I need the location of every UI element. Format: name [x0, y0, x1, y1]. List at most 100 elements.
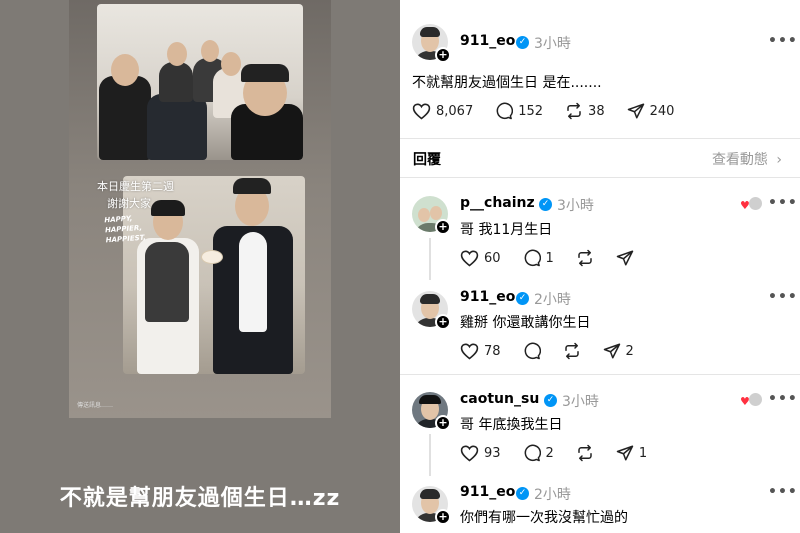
share-count: 2: [625, 343, 634, 359]
send-icon: [603, 343, 620, 359]
reply-username[interactable]: 911_eo: [460, 484, 515, 500]
share-button[interactable]: [616, 249, 634, 267]
more-options-icon[interactable]: •••: [768, 391, 798, 407]
repost-button[interactable]: 38: [565, 102, 605, 120]
view-activity-label: 查看動態: [711, 152, 768, 168]
send-icon: [616, 250, 634, 266]
view-activity-link[interactable]: 查看動態 ›: [712, 149, 782, 169]
comment-icon: [524, 444, 541, 462]
comment-icon: [496, 102, 514, 120]
happy-sticker: HAPPY, HAPPIER, HAPPIEST,: [104, 213, 146, 246]
comment-count: 152: [518, 103, 544, 119]
heart-icon: ♥: [740, 395, 750, 408]
thread-line: [429, 434, 431, 476]
thread-line: [429, 238, 431, 280]
heart-icon: [460, 445, 479, 462]
post-actions: 8,067 152 38 240: [412, 101, 696, 121]
like-button[interactable]: 60: [460, 249, 501, 267]
group-photo: [97, 4, 303, 160]
reply-divider: [400, 374, 800, 375]
replies-header: 回覆 查看動態 ›: [400, 138, 800, 178]
verified-badge-icon: ✓: [544, 394, 557, 407]
reply-avatar[interactable]: +: [412, 486, 451, 525]
more-options-icon[interactable]: •••: [768, 484, 798, 500]
story-caption-line: 謝謝大家: [107, 197, 151, 210]
repost-icon: [578, 249, 592, 267]
reply-text: 哥 我11月生日: [460, 222, 553, 238]
post-author-avatar[interactable]: +: [412, 24, 451, 63]
follow-plus-icon[interactable]: +: [435, 509, 451, 525]
like-count: 8,067: [436, 103, 474, 119]
send-icon: [616, 445, 634, 461]
reply-username[interactable]: caotun_su: [460, 391, 539, 407]
verified-badge-icon: ✓: [516, 292, 529, 305]
post-username[interactable]: 911_eo: [460, 33, 515, 49]
like-count: 60: [484, 250, 501, 266]
reply-avatar[interactable]: +: [412, 392, 451, 431]
heart-icon: ♥: [740, 199, 750, 212]
reply-actions: 93 2 1: [460, 443, 669, 463]
post-time: 3小時: [534, 36, 571, 52]
story-reply-field[interactable]: 傳送訊息……: [77, 400, 113, 409]
replies-title: 回覆: [413, 152, 441, 168]
story-caption: 本日慶生第二週 謝謝大家: [97, 178, 174, 212]
more-options-icon[interactable]: •••: [768, 195, 798, 211]
reply-avatar[interactable]: +: [412, 291, 451, 330]
share-button[interactable]: 2: [603, 342, 634, 360]
reply-username[interactable]: 911_eo: [460, 289, 515, 305]
liked-by-author-badge: ♥: [740, 392, 763, 408]
reply-avatar[interactable]: +: [412, 196, 451, 235]
heart-icon: [460, 343, 479, 360]
follow-plus-icon[interactable]: +: [435, 314, 451, 330]
reply-actions: 60 1: [460, 248, 656, 268]
follow-plus-icon[interactable]: +: [435, 219, 451, 235]
heart-icon: [460, 250, 479, 267]
heart-icon: [412, 103, 431, 120]
follow-plus-icon[interactable]: +: [435, 415, 451, 431]
reply-time: 3小時: [562, 394, 599, 410]
like-button[interactable]: 8,067: [412, 102, 473, 120]
repost-button[interactable]: [576, 444, 594, 462]
follow-plus-icon[interactable]: +: [435, 47, 451, 63]
story-caption-line: 本日慶生第二週: [97, 180, 174, 193]
like-button[interactable]: 93: [460, 444, 501, 462]
reply-time: 2小時: [534, 487, 571, 503]
repost-button[interactable]: [576, 249, 594, 267]
share-count: 240: [649, 103, 675, 119]
post-text: 不就幫朋友過個生日 是在.......: [412, 75, 602, 91]
comment-button[interactable]: 1: [523, 249, 554, 267]
reply-text: 哥 年底換我生日: [460, 417, 563, 433]
repost-button[interactable]: [563, 342, 581, 360]
verified-badge-icon: ✓: [539, 198, 552, 211]
repost-icon: [564, 342, 579, 360]
reply-text: 雞掰 你還敢講你生日: [460, 315, 591, 331]
comment-icon: [524, 249, 541, 267]
liked-by-author-badge: ♥: [740, 196, 763, 212]
like-button[interactable]: 78: [460, 342, 501, 360]
share-button[interactable]: 240: [627, 102, 675, 120]
more-options-icon[interactable]: •••: [768, 289, 798, 305]
repost-icon: [578, 444, 592, 462]
story-card: pinkbabe0309: [69, 0, 331, 418]
repost-count: 38: [588, 103, 605, 119]
verified-badge-icon: ✓: [516, 487, 529, 500]
comment-button[interactable]: [523, 342, 541, 360]
like-count: 93: [484, 445, 501, 461]
share-button[interactable]: 1: [616, 444, 647, 462]
comment-count: 2: [545, 445, 554, 461]
send-icon: [627, 103, 644, 119]
reply-time: 2小時: [534, 292, 571, 308]
image-caption: 不就是幫朋友過個生日…zz: [59, 486, 341, 511]
more-options-icon[interactable]: •••: [768, 33, 798, 49]
comment-button[interactable]: 2: [523, 444, 554, 462]
repost-icon: [567, 102, 581, 120]
chevron-right-icon: ›: [776, 152, 782, 168]
threads-post-panel: + 911_eo ✓ 3小時 ••• 不就幫朋友過個生日 是在....... 8…: [400, 0, 800, 533]
comment-count: 1: [545, 250, 554, 266]
reply-username[interactable]: p__chainz: [460, 195, 535, 211]
comment-button[interactable]: 152: [495, 102, 543, 120]
verified-badge-icon: ✓: [516, 36, 529, 49]
like-count: 78: [484, 343, 501, 359]
comment-icon: [524, 342, 541, 360]
reply-actions: 78 2: [460, 341, 656, 361]
